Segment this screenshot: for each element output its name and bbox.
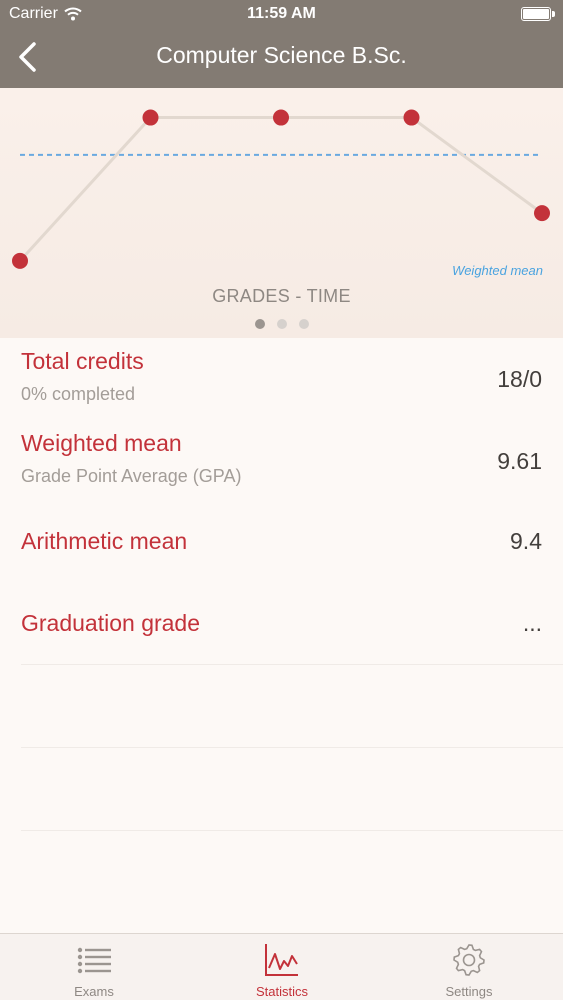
chart-icon [265, 944, 298, 976]
data-point[interactable] [12, 252, 28, 269]
stat-title: Arithmetic mean [21, 528, 188, 554]
divider [21, 830, 563, 831]
tab-label: Exams [74, 984, 114, 999]
data-point[interactable] [273, 109, 289, 126]
tab-statistics[interactable]: Statistics [188, 934, 376, 1000]
stat-value: 9.4 [510, 528, 542, 554]
tab-exams[interactable]: Exams [0, 934, 188, 1000]
stat-row-arithmetic-mean[interactable]: Arithmetic mean 9.4 [0, 502, 563, 584]
page-title: Computer Science B.Sc. [156, 42, 407, 68]
chart-title: GRADES - TIME [212, 286, 351, 306]
stat-subtitle: 0% completed [21, 384, 136, 404]
page-dot[interactable] [298, 319, 309, 329]
stat-title: Total credits [21, 348, 144, 374]
empty-rows [21, 664, 563, 913]
grades-time-chart [12, 109, 550, 269]
gear-icon [453, 944, 485, 976]
tab-bar: Exams Statistics Settings [0, 933, 563, 1000]
chart-panel[interactable]: Weighted mean GRADES - TIME [0, 88, 563, 338]
stat-value: 18/0 [497, 366, 542, 392]
status-time: 11:59 AM [247, 5, 316, 22]
series-line [18, 116, 543, 262]
page-control[interactable] [0, 319, 563, 329]
list-icon [77, 947, 111, 974]
data-point[interactable] [403, 109, 420, 126]
stat-title: Weighted mean [21, 430, 182, 456]
stat-row-total-credits[interactable]: Total credits 0% completed 18/0 [0, 338, 563, 420]
data-point[interactable] [142, 109, 159, 126]
divider [21, 747, 563, 748]
battery-icon [521, 7, 555, 21]
stat-value: 9.61 [497, 448, 542, 474]
tab-settings[interactable]: Settings [375, 934, 563, 1000]
stat-row-graduation-grade[interactable]: Graduation grade ... [0, 584, 563, 666]
data-point[interactable] [534, 205, 550, 222]
header: Carrier 11:59 AM Computer Science B.Sc. [0, 0, 563, 88]
stat-title: Graduation grade [21, 610, 201, 636]
stats-list: Total credits 0% completed 18/0 Weighted… [0, 338, 563, 666]
page-dot[interactable] [254, 319, 265, 329]
status-bar: Carrier 11:59 AM [0, 0, 563, 30]
divider [21, 664, 563, 665]
legend-weighted-mean: Weighted mean [452, 263, 543, 278]
tab-label: Settings [445, 984, 493, 999]
stat-row-weighted-mean[interactable]: Weighted mean Grade Point Average (GPA) … [0, 420, 563, 502]
page-dot[interactable] [276, 319, 287, 329]
stat-subtitle: Grade Point Average (GPA) [21, 466, 242, 486]
tab-label: Statistics [255, 984, 308, 999]
stat-value: ... [522, 610, 542, 636]
